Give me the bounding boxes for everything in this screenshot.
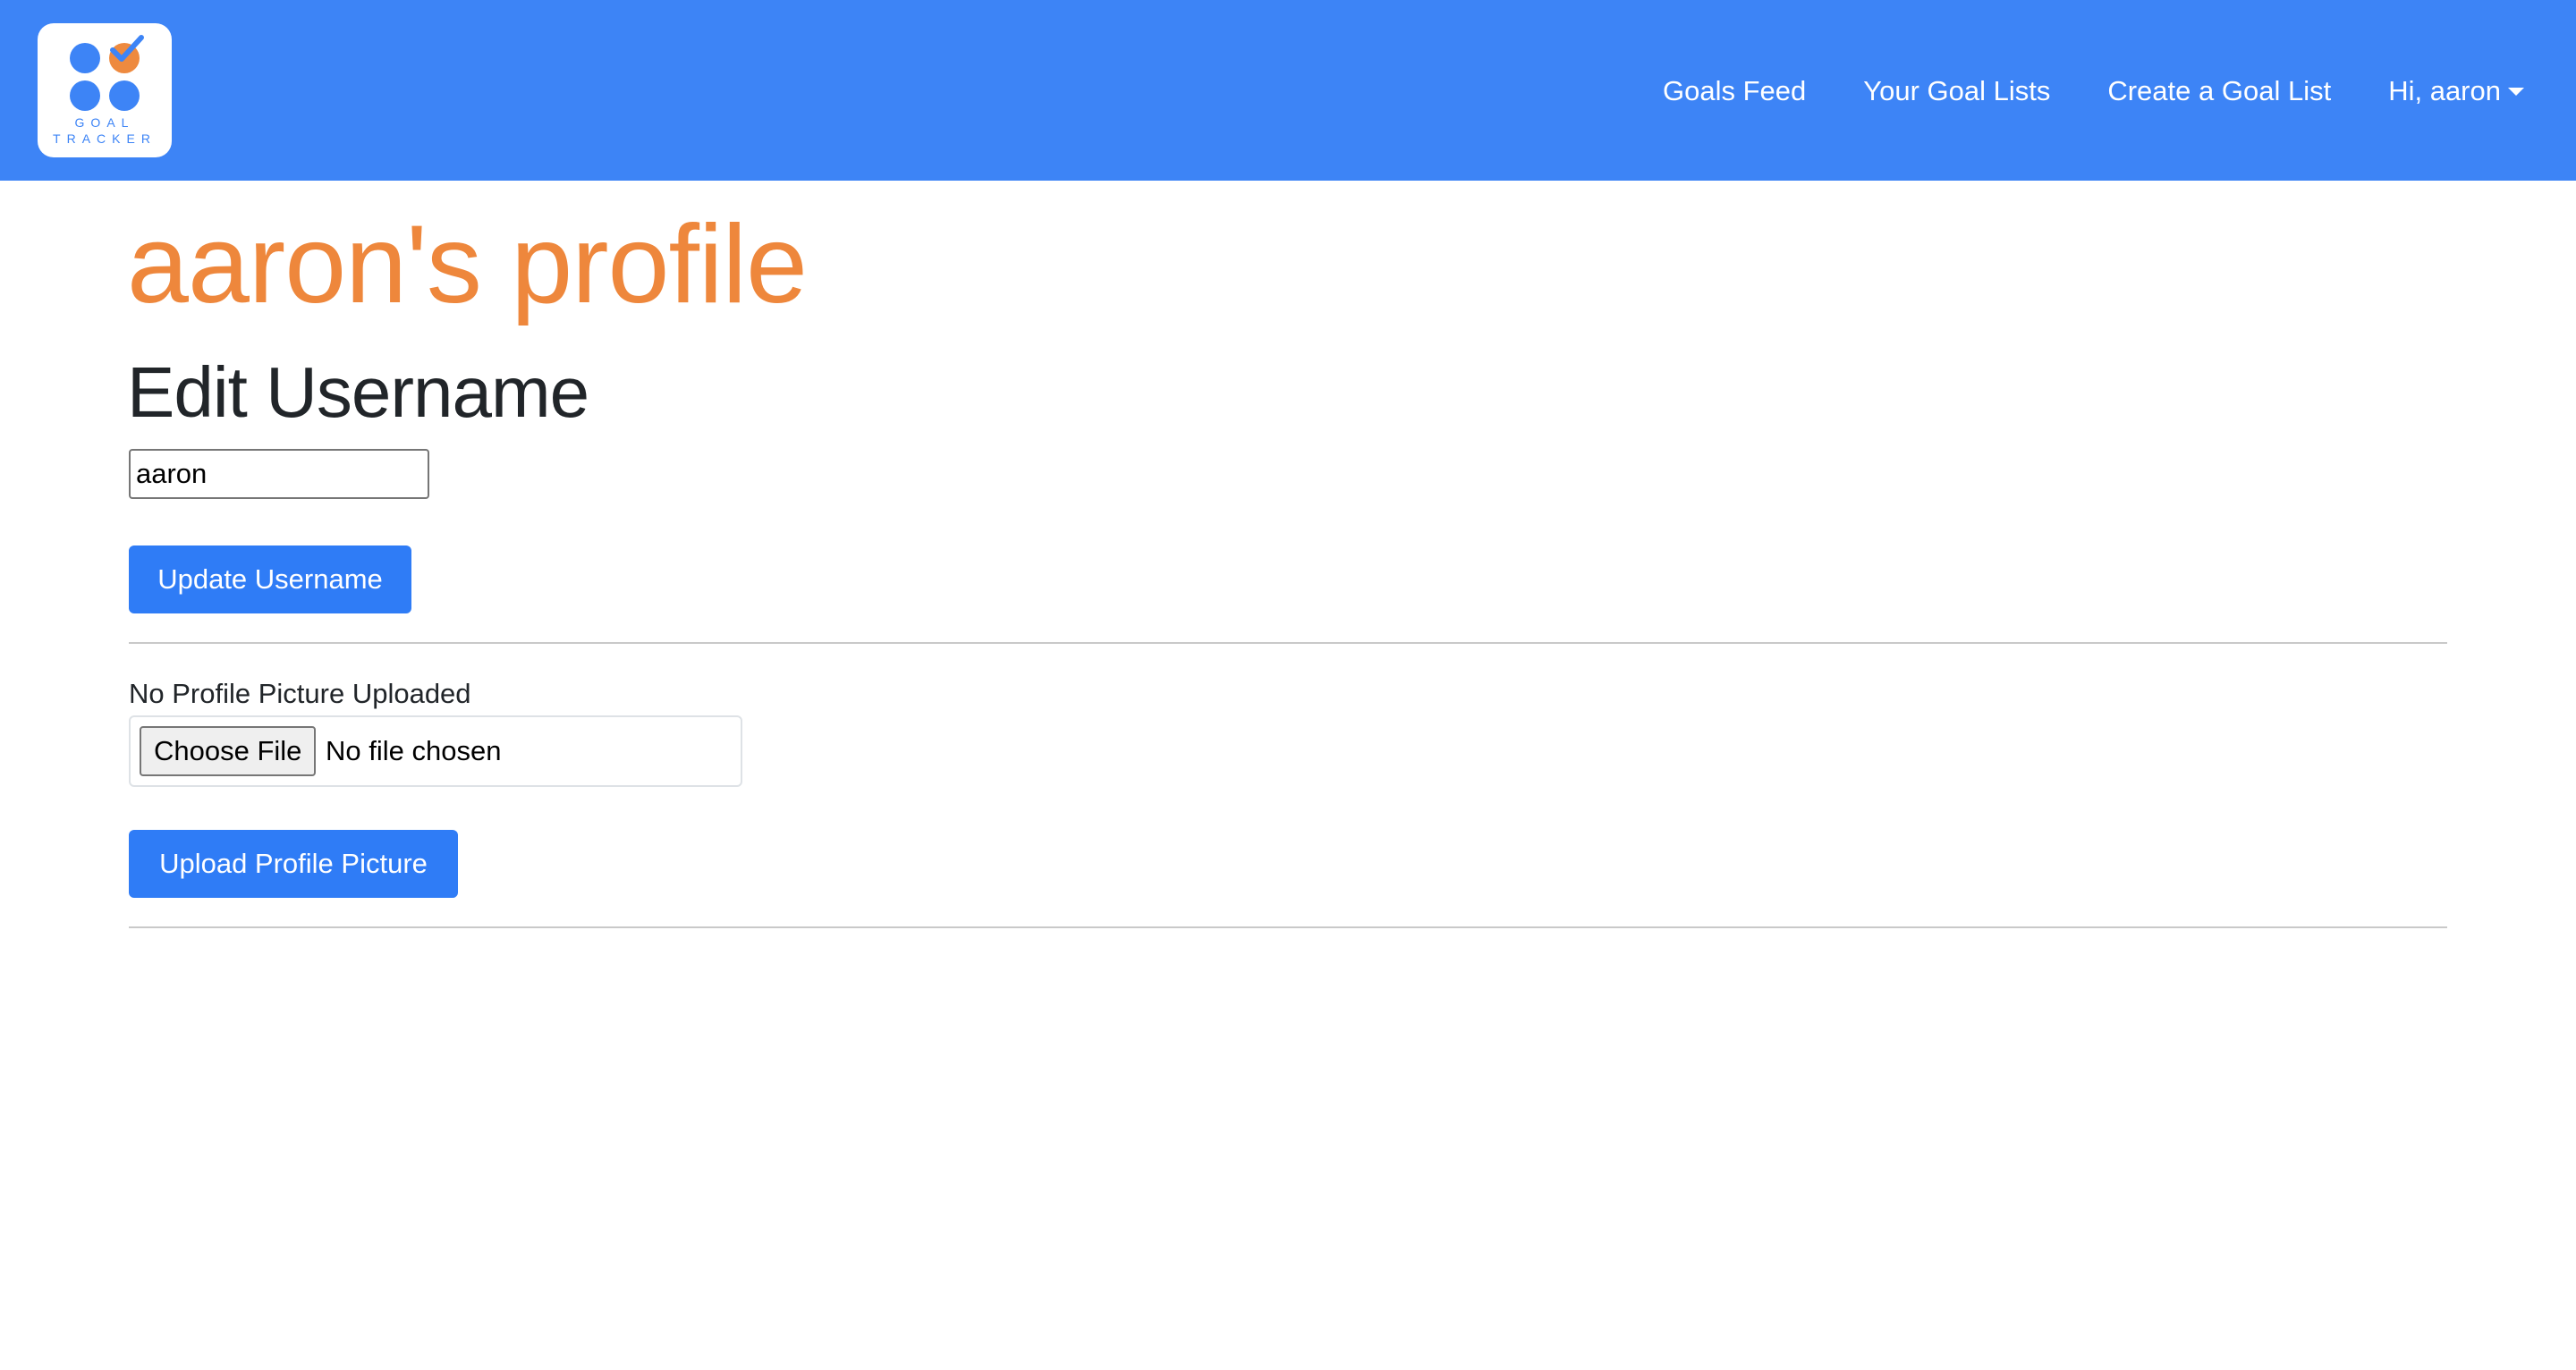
file-status-text: No file chosen <box>326 735 502 766</box>
divider <box>129 642 2447 644</box>
logo-dot-icon <box>109 80 140 111</box>
nav-link-create-goal-list[interactable]: Create a Goal List <box>2107 72 2331 111</box>
username-input[interactable] <box>129 449 429 499</box>
user-menu-dropdown[interactable]: Hi, aaron <box>2388 72 2524 111</box>
logo-dot-icon <box>70 80 100 111</box>
page-title: aaron's profile <box>127 203 808 326</box>
user-menu-label: Hi, aaron <box>2388 75 2501 106</box>
nav-link-goals-feed[interactable]: Goals Feed <box>1663 72 1806 111</box>
checkmark-icon <box>110 35 144 62</box>
nav-link-your-goal-lists[interactable]: Your Goal Lists <box>1863 72 2050 111</box>
divider <box>129 926 2447 928</box>
choose-file-button[interactable]: Choose File <box>140 726 317 776</box>
profile-picture-status: No Profile Picture Uploaded <box>129 678 471 709</box>
update-username-button[interactable]: Update Username <box>129 545 411 613</box>
nav-links: Goals Feed Your Goal Lists Create a Goal… <box>1606 72 2524 111</box>
logo-text-line2: TRACKER <box>53 131 157 146</box>
file-input[interactable]: Choose File No file chosen <box>129 715 742 787</box>
logo-text-line1: GOAL <box>74 115 135 130</box>
caret-down-icon <box>2508 87 2524 96</box>
top-navbar: GOAL TRACKER Goals Feed Your Goal Lists … <box>0 0 2576 181</box>
upload-profile-picture-button[interactable]: Upload Profile Picture <box>129 830 458 898</box>
goal-tracker-logo[interactable]: GOAL TRACKER <box>38 23 172 157</box>
edit-username-heading: Edit Username <box>127 352 589 432</box>
logo-dot-icon <box>70 43 100 73</box>
